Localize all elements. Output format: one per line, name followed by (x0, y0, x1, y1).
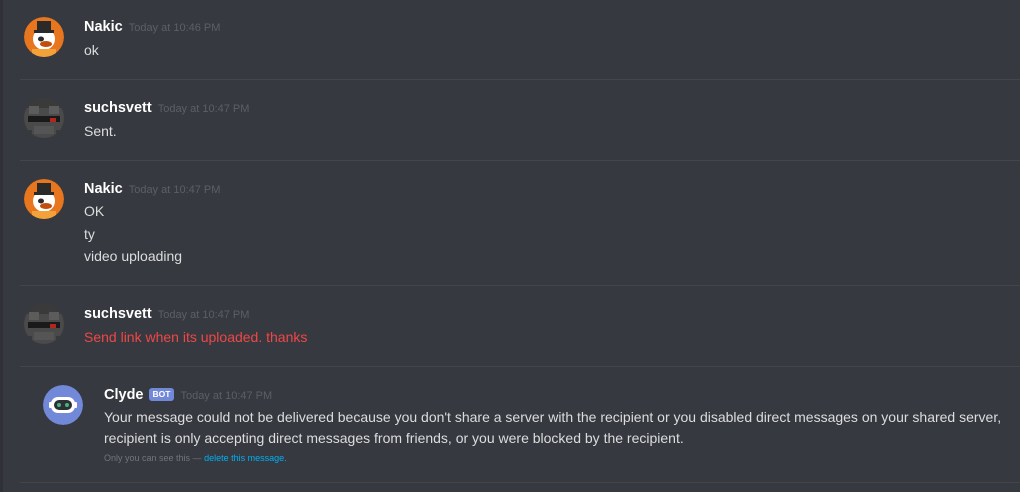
username[interactable]: Clyde (104, 387, 144, 403)
message-text: Sent. (84, 123, 117, 139)
message-text: Your message could not be delivered beca… (104, 409, 1002, 425)
message-divider (20, 482, 1020, 483)
clyde-robot-icon (43, 385, 83, 425)
message-divider (20, 160, 1020, 161)
message-divider (20, 79, 1020, 80)
chat-messages-panel[interactable]: Nakic Today at 10:46 PM ok suchsvett Tod… (0, 0, 1020, 492)
avatar[interactable] (43, 385, 83, 425)
avatar[interactable] (24, 304, 64, 344)
duck-top-hat-icon (24, 179, 64, 219)
username[interactable]: suchsvett (84, 306, 152, 322)
message-divider (20, 285, 1020, 286)
ephemeral-notice: Only you can see this — delete this mess… (104, 453, 287, 463)
message-text: OK (84, 203, 105, 219)
avatar[interactable] (24, 179, 64, 219)
timestamp: Today at 10:47 PM (157, 103, 250, 115)
bot-tag-badge: BOT (148, 388, 175, 401)
timestamp: Today at 10:46 PM (128, 22, 221, 34)
failed-message-text: Send link when its uploaded. thanks (84, 329, 308, 345)
timestamp: Today at 10:47 PM (157, 309, 250, 321)
avatar[interactable] (24, 98, 64, 138)
pixel-face-icon (24, 304, 64, 344)
timestamp: Today at 10:47 PM (128, 184, 221, 196)
delete-message-link[interactable]: delete this message. (204, 453, 287, 463)
message-divider (20, 366, 1020, 367)
username[interactable]: Nakic (84, 19, 123, 35)
duck-top-hat-icon (24, 17, 64, 57)
avatar[interactable] (24, 17, 64, 57)
message-text: recipient is only accepting direct messa… (104, 430, 684, 446)
message-text: video uploading (84, 248, 183, 264)
timestamp: Today at 10:47 PM (180, 390, 273, 402)
message-text: ok (84, 42, 99, 58)
clyde-message-text: Your message could not be delivered beca… (104, 407, 1004, 449)
message-text: ty (84, 226, 95, 242)
username[interactable]: Nakic (84, 181, 123, 197)
ephemeral-note-text: Only you can see this — (104, 453, 202, 463)
left-rail (0, 0, 3, 492)
username[interactable]: suchsvett (84, 100, 152, 116)
pixel-face-icon (24, 98, 64, 138)
